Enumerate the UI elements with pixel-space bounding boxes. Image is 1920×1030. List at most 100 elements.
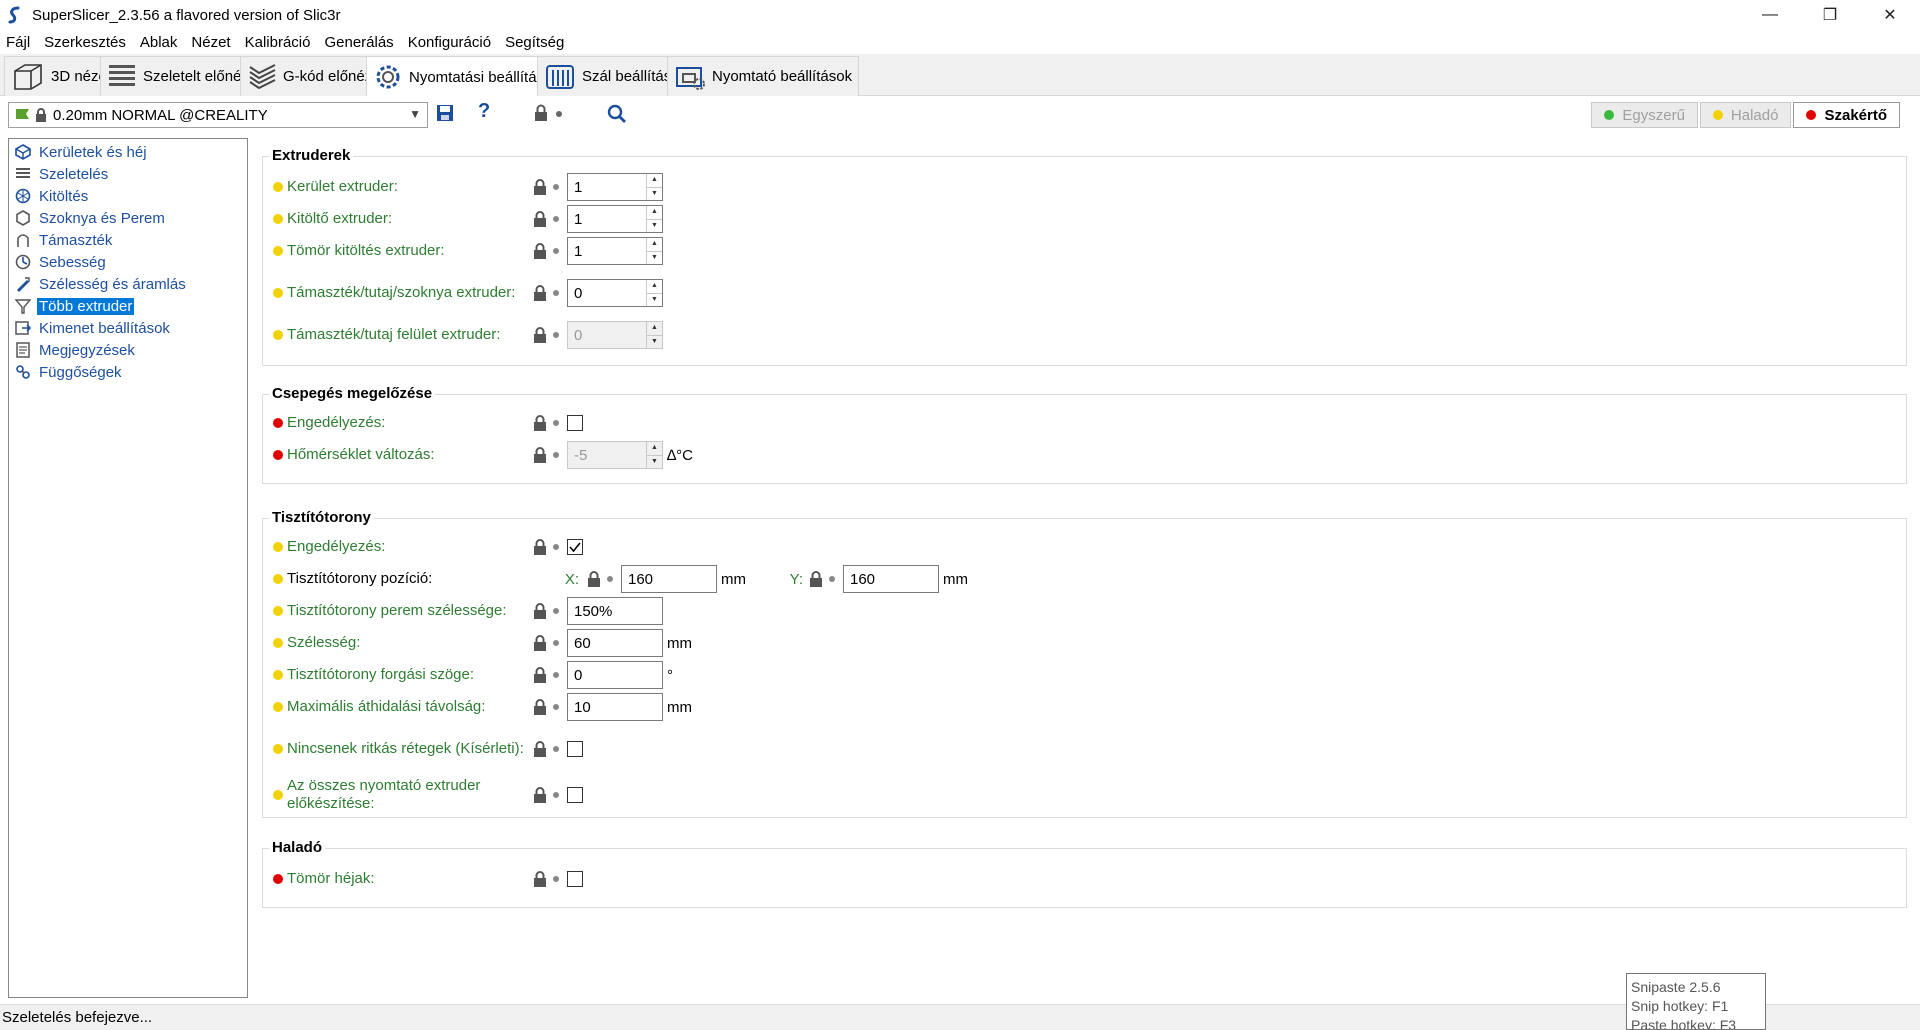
menu-calibration[interactable]: Kalibráció [245, 34, 311, 51]
menu-help[interactable]: Segítség [505, 34, 564, 51]
lock-icon[interactable] [533, 415, 547, 431]
lock-icon[interactable] [587, 571, 601, 587]
group-title: Haladó [269, 839, 326, 856]
main-tab-strip: 3D nézet Szeletelt előnézet G-kód előnéz… [0, 54, 1920, 97]
close-button[interactable]: ✕ [1860, 0, 1920, 30]
system-value-dot-icon[interactable] [553, 640, 559, 646]
infill-icon [15, 188, 31, 204]
wipe-tower-rotation-input[interactable]: 0 [567, 661, 663, 689]
lock-icon[interactable] [533, 699, 547, 715]
maximize-button[interactable]: ❐ [1800, 0, 1860, 30]
sidebar-item-perimeters[interactable]: Kerületek és héj [9, 141, 247, 163]
lock-icon[interactable] [533, 787, 547, 803]
title-bar: SuperSlicer_2.3.56 a flavored version of… [0, 0, 1920, 30]
mode-simple-button[interactable]: Egyszerű [1591, 102, 1698, 128]
yellow-bullet-icon [273, 702, 283, 712]
spinner-arrows[interactable]: ▲ ▼ [646, 280, 662, 306]
lock-icon[interactable] [533, 211, 547, 227]
sidebar-item-output-options[interactable]: Kimenet beállítások [9, 317, 247, 339]
wipe-tower-group: Tisztítótorony Engedélyezés: Tisztítótor… [262, 509, 1907, 818]
wipe-tower-enable-checkbox[interactable] [567, 539, 583, 555]
perimeter-extruder-spinner[interactable]: 1 ▲ ▼ [567, 173, 663, 201]
prime-all-extruders-checkbox[interactable] [567, 787, 583, 803]
help-icon[interactable]: ? [478, 100, 490, 123]
system-value-dot-icon[interactable] [829, 576, 835, 582]
lock-icon[interactable] [809, 571, 823, 587]
lock-icon[interactable] [533, 635, 547, 651]
search-icon[interactable] [607, 104, 627, 124]
red-bullet-icon [273, 418, 283, 428]
system-value-dot-icon[interactable] [553, 332, 559, 338]
sidebar-item-width-flow[interactable]: Szélesség és áramlás [9, 273, 247, 295]
menu-window[interactable]: Ablak [140, 34, 178, 51]
spinner-arrows[interactable]: ▲ ▼ [646, 238, 662, 264]
temperature-variation-spinner: -5 ▲ ▼ [567, 441, 663, 469]
minimize-button[interactable]: — [1740, 0, 1800, 30]
lock-icon[interactable] [533, 179, 547, 195]
solid-infill-extruder-spinner[interactable]: 1 ▲ ▼ [567, 237, 663, 265]
tooltip-line: Snip hotkey: F1 [1631, 998, 1729, 1014]
wipe-tower-x-input[interactable]: 160 [621, 565, 717, 593]
mode-switch: Egyszerű Haladó Szakértő [1591, 102, 1900, 128]
wipe-tower-brim-width-input[interactable]: 150% [567, 597, 663, 625]
unit-label: ° [667, 666, 673, 684]
system-value-dot-icon[interactable] [553, 184, 559, 190]
support-extruder-spinner[interactable]: 0 ▲ ▼ [567, 279, 663, 307]
sidebar-item-support[interactable]: Támaszték [9, 229, 247, 251]
system-value-dot-icon[interactable] [553, 248, 559, 254]
system-value-dot-icon[interactable] [553, 544, 559, 550]
system-value-dot-icon[interactable] [553, 876, 559, 882]
system-value-dot-icon[interactable] [553, 672, 559, 678]
wipe-tower-y-input[interactable]: 160 [843, 565, 939, 593]
spinner-arrows[interactable]: ▲ ▼ [646, 174, 662, 200]
ooze-enable-checkbox[interactable] [567, 415, 583, 431]
tab-printer-settings[interactable]: Nyomtató beállítások [667, 56, 860, 96]
lock-icon[interactable] [533, 603, 547, 619]
solid-shells-checkbox[interactable] [567, 871, 583, 887]
lock-icon[interactable] [533, 447, 547, 463]
sidebar-item-speed[interactable]: Sebesség [9, 251, 247, 273]
system-value-dot-icon[interactable] [553, 608, 559, 614]
lock-icon[interactable] [533, 871, 547, 887]
lock-icon[interactable] [533, 667, 547, 683]
system-value-dot-icon[interactable] [553, 792, 559, 798]
menu-view[interactable]: Nézet [191, 34, 230, 51]
sidebar-item-notes[interactable]: Megjegyzések [9, 339, 247, 361]
print-preset-select[interactable]: 0.20mm NORMAL @CREALITY ▼ [8, 102, 428, 128]
yellow-bullet-icon [273, 182, 283, 192]
menu-file[interactable]: Fájl [6, 34, 30, 51]
system-value-dot-icon[interactable] [553, 290, 559, 296]
lock-icon[interactable] [533, 243, 547, 259]
yellow-bullet-icon [273, 670, 283, 680]
support-extruder-row: Támaszték/tutaj/szoknya extruder: 0 ▲ ▼ [273, 279, 663, 307]
lock-icon[interactable] [533, 539, 547, 555]
menu-edit[interactable]: Szerkesztés [44, 34, 126, 51]
spinner-arrows[interactable]: ▲ ▼ [646, 206, 662, 232]
lock-icon[interactable] [533, 741, 547, 757]
wipe-tower-position-row: Tisztítótorony pozíció: X: 160 mm Y: 160… [273, 565, 968, 593]
wipe-tower-width-input[interactable]: 60 [567, 629, 663, 657]
lock-icon[interactable] [533, 285, 547, 301]
system-value-dot-icon[interactable] [553, 746, 559, 752]
lock-icon[interactable] [533, 327, 547, 343]
max-bridging-distance-input[interactable]: 10 [567, 693, 663, 721]
sidebar-item-skirt-brim[interactable]: Szoknya és Perem [9, 207, 247, 229]
sidebar-item-dependencies[interactable]: Függőségek [9, 361, 247, 383]
sidebar-item-slicing[interactable]: Szeletelés [9, 163, 247, 185]
sidebar-item-multiple-extruders[interactable]: Több extruder [9, 295, 247, 317]
menu-configuration[interactable]: Konfiguráció [408, 34, 491, 51]
system-value-dot-icon[interactable] [553, 452, 559, 458]
infill-extruder-spinner[interactable]: 1 ▲ ▼ [567, 205, 663, 233]
save-icon[interactable] [436, 104, 454, 122]
mode-advanced-button[interactable]: Haladó [1699, 102, 1792, 128]
system-value-dot-icon[interactable] [553, 420, 559, 426]
menu-generate[interactable]: Generálás [324, 34, 393, 51]
system-value-dot-icon[interactable] [553, 704, 559, 710]
sidebar-item-infill[interactable]: Kitöltés [9, 185, 247, 207]
no-sparse-layers-checkbox[interactable] [567, 741, 583, 757]
field-label: Tisztítótorony perem szélessége: [287, 602, 507, 619]
mode-expert-button[interactable]: Szakértő [1793, 102, 1900, 128]
system-value-dot-icon[interactable] [553, 216, 559, 222]
lock-icon[interactable] [534, 104, 548, 122]
system-value-dot-icon[interactable] [607, 576, 613, 582]
